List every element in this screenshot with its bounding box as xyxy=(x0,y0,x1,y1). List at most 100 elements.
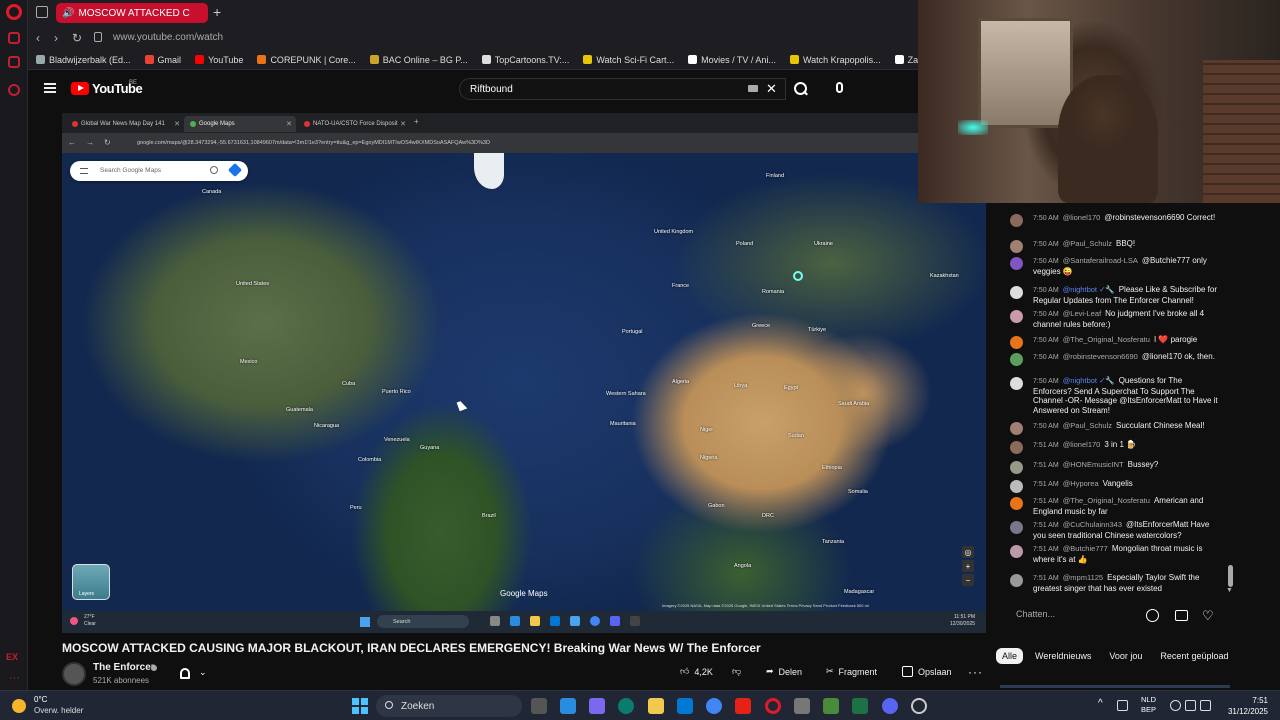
opera-icon[interactable] xyxy=(765,698,781,714)
chat-author[interactable]: @HONEmusicINT xyxy=(1063,460,1124,469)
weather-desc[interactable]: Overw. helder xyxy=(34,706,83,715)
task-view-icon[interactable] xyxy=(531,698,547,714)
heart-icon[interactable]: ♡ xyxy=(1202,608,1214,624)
url-field[interactable]: www.youtube.com/watch xyxy=(113,32,223,43)
chat-author[interactable]: @Paul_Schulz xyxy=(1063,239,1112,248)
chip-recent[interactable]: Recent geüpload xyxy=(1154,648,1234,664)
taskbar-clock[interactable]: 7:51 31/12/2025 xyxy=(1220,695,1268,717)
chat-author[interactable]: @Paul_Schulz xyxy=(1063,421,1112,430)
chat-avatar[interactable] xyxy=(1010,286,1023,299)
chat-author[interactable]: @nightbot ✓🔧 xyxy=(1063,285,1115,294)
bookmark-item[interactable]: Movies / TV / Ani... xyxy=(688,55,776,65)
bookmark-item[interactable]: Bladwijzerbalk (Ed... xyxy=(36,55,131,65)
chat-avatar[interactable] xyxy=(1010,336,1023,349)
chat-avatar[interactable] xyxy=(1010,353,1023,366)
lock-icon[interactable] xyxy=(94,32,102,42)
app-icon[interactable] xyxy=(823,698,839,714)
excel-icon[interactable] xyxy=(852,698,868,714)
chat-avatar[interactable] xyxy=(1010,461,1023,474)
emoji-icon[interactable] xyxy=(1146,609,1159,622)
menu-icon[interactable] xyxy=(44,83,56,93)
weather-temp[interactable]: 0°C xyxy=(34,695,47,704)
bell-icon[interactable] xyxy=(180,668,190,679)
teams-icon[interactable] xyxy=(589,698,605,714)
bookmark-item[interactable]: YouTube xyxy=(195,55,243,65)
language-indicator[interactable]: NLD BEP xyxy=(1141,695,1156,715)
chat-scrollbar[interactable] xyxy=(1228,565,1233,587)
windows-start-icon[interactable] xyxy=(352,698,368,714)
chat-avatar[interactable] xyxy=(1010,574,1023,587)
chat-author[interactable]: @robinstevenson6690 xyxy=(1063,352,1138,361)
forward-icon[interactable]: › xyxy=(54,31,58,45)
dislike-button[interactable]: 👎︎ xyxy=(732,666,741,677)
weather-icon[interactable] xyxy=(12,699,26,713)
bookmark-item[interactable]: TopCartoons.TV:... xyxy=(481,55,569,65)
chat-avatar[interactable] xyxy=(1010,422,1023,435)
chat-avatar[interactable] xyxy=(1010,545,1023,558)
file-explorer-icon[interactable] xyxy=(648,698,664,714)
keyboard-icon[interactable] xyxy=(748,85,758,92)
chat-author[interactable]: @lionel170 xyxy=(1063,213,1101,222)
search-input[interactable]: Riftbound xyxy=(459,78,786,100)
battery-icon[interactable] xyxy=(1200,700,1211,711)
chip-for-you[interactable]: Voor jou xyxy=(1103,648,1148,664)
chat-input[interactable]: Chatten... xyxy=(1016,609,1055,619)
calculator-icon[interactable] xyxy=(794,698,810,714)
clip-button[interactable]: ✂ Fragment xyxy=(826,666,877,677)
bookmark-item[interactable]: Watch Sci-Fi Cart... xyxy=(583,55,674,65)
like-button[interactable]: 👍︎ 4,2K xyxy=(680,666,713,677)
mic-icon[interactable] xyxy=(836,82,843,93)
bookmark-item[interactable]: Zamnesia xyxy=(894,55,918,65)
tab-workspace-icon[interactable] xyxy=(36,6,48,18)
save-button[interactable]: Opslaan xyxy=(902,666,952,677)
volume-icon[interactable] xyxy=(1185,700,1196,711)
bookmark-item[interactable]: Watch Krapopolis... xyxy=(789,55,881,65)
chat-author[interactable]: @nightbot ✓🔧 xyxy=(1063,376,1115,385)
outlook-icon[interactable] xyxy=(677,698,693,714)
channel-avatar[interactable] xyxy=(62,662,86,686)
history-icon[interactable] xyxy=(8,84,20,96)
chat-author[interactable]: @Butchie777 xyxy=(1063,544,1108,553)
taskbar-search[interactable]: Zoeken xyxy=(376,695,522,717)
discord-icon[interactable] xyxy=(882,698,898,714)
chat-avatar[interactable] xyxy=(1010,377,1023,390)
chat-author[interactable]: @Hyporea xyxy=(1063,479,1099,488)
obs-icon[interactable] xyxy=(911,698,927,714)
chat-avatar[interactable] xyxy=(1010,310,1023,323)
more-actions-button[interactable]: ··· xyxy=(968,665,983,679)
video-player[interactable]: Global War News Map Day 141 ✕ Google Maps… xyxy=(62,113,986,633)
bookmark-item[interactable]: BAC Online – BG P... xyxy=(369,55,468,65)
chat-avatar[interactable] xyxy=(1010,240,1023,253)
tray-overflow-icon[interactable]: ^ xyxy=(1098,698,1103,709)
search-button[interactable] xyxy=(786,78,814,100)
store-icon[interactable] xyxy=(560,698,576,714)
bag-icon[interactable] xyxy=(8,56,20,68)
bookmark-item[interactable]: COREPUNK | Core... xyxy=(257,55,356,65)
chat-avatar[interactable] xyxy=(1010,480,1023,493)
chat-author[interactable]: @Levi-Leaf xyxy=(1063,309,1101,318)
chat-avatar[interactable] xyxy=(1010,497,1023,510)
chat-avatar[interactable] xyxy=(1010,257,1023,270)
chrome-icon[interactable] xyxy=(706,698,722,714)
tab-active[interactable]: 🔊 MOSCOW ATTACKED C xyxy=(56,3,208,23)
chat-author[interactable]: @mpm1125 xyxy=(1063,573,1103,582)
chevron-down-icon[interactable]: ⌄ xyxy=(199,667,207,678)
chat-avatar[interactable] xyxy=(1010,214,1023,227)
chat-avatar[interactable] xyxy=(1010,441,1023,454)
clear-search-icon[interactable]: ✕ xyxy=(766,81,777,97)
superchat-icon[interactable] xyxy=(1175,610,1188,621)
edge-icon[interactable] xyxy=(618,698,634,714)
sidebar-ex-label[interactable]: EX xyxy=(6,652,18,662)
youtube-icon[interactable] xyxy=(735,698,751,714)
scroll-down-icon[interactable]: ▼ xyxy=(1226,587,1233,594)
speed-dial-icon[interactable] xyxy=(8,32,20,44)
sidebar-more-icon[interactable]: ··· xyxy=(9,672,20,684)
wifi-icon[interactable] xyxy=(1170,700,1181,711)
network-off-icon[interactable] xyxy=(1117,700,1128,711)
chat-author[interactable]: @The_Original_Nosferatu xyxy=(1063,335,1150,344)
chat-author[interactable]: @CuChulainn343 xyxy=(1063,520,1122,529)
opera-logo-icon[interactable] xyxy=(6,4,22,20)
chip-all[interactable]: Alle xyxy=(996,648,1024,664)
channel-name[interactable]: The Enforcer xyxy=(93,662,155,673)
share-button[interactable]: ➦ Delen xyxy=(766,666,802,677)
